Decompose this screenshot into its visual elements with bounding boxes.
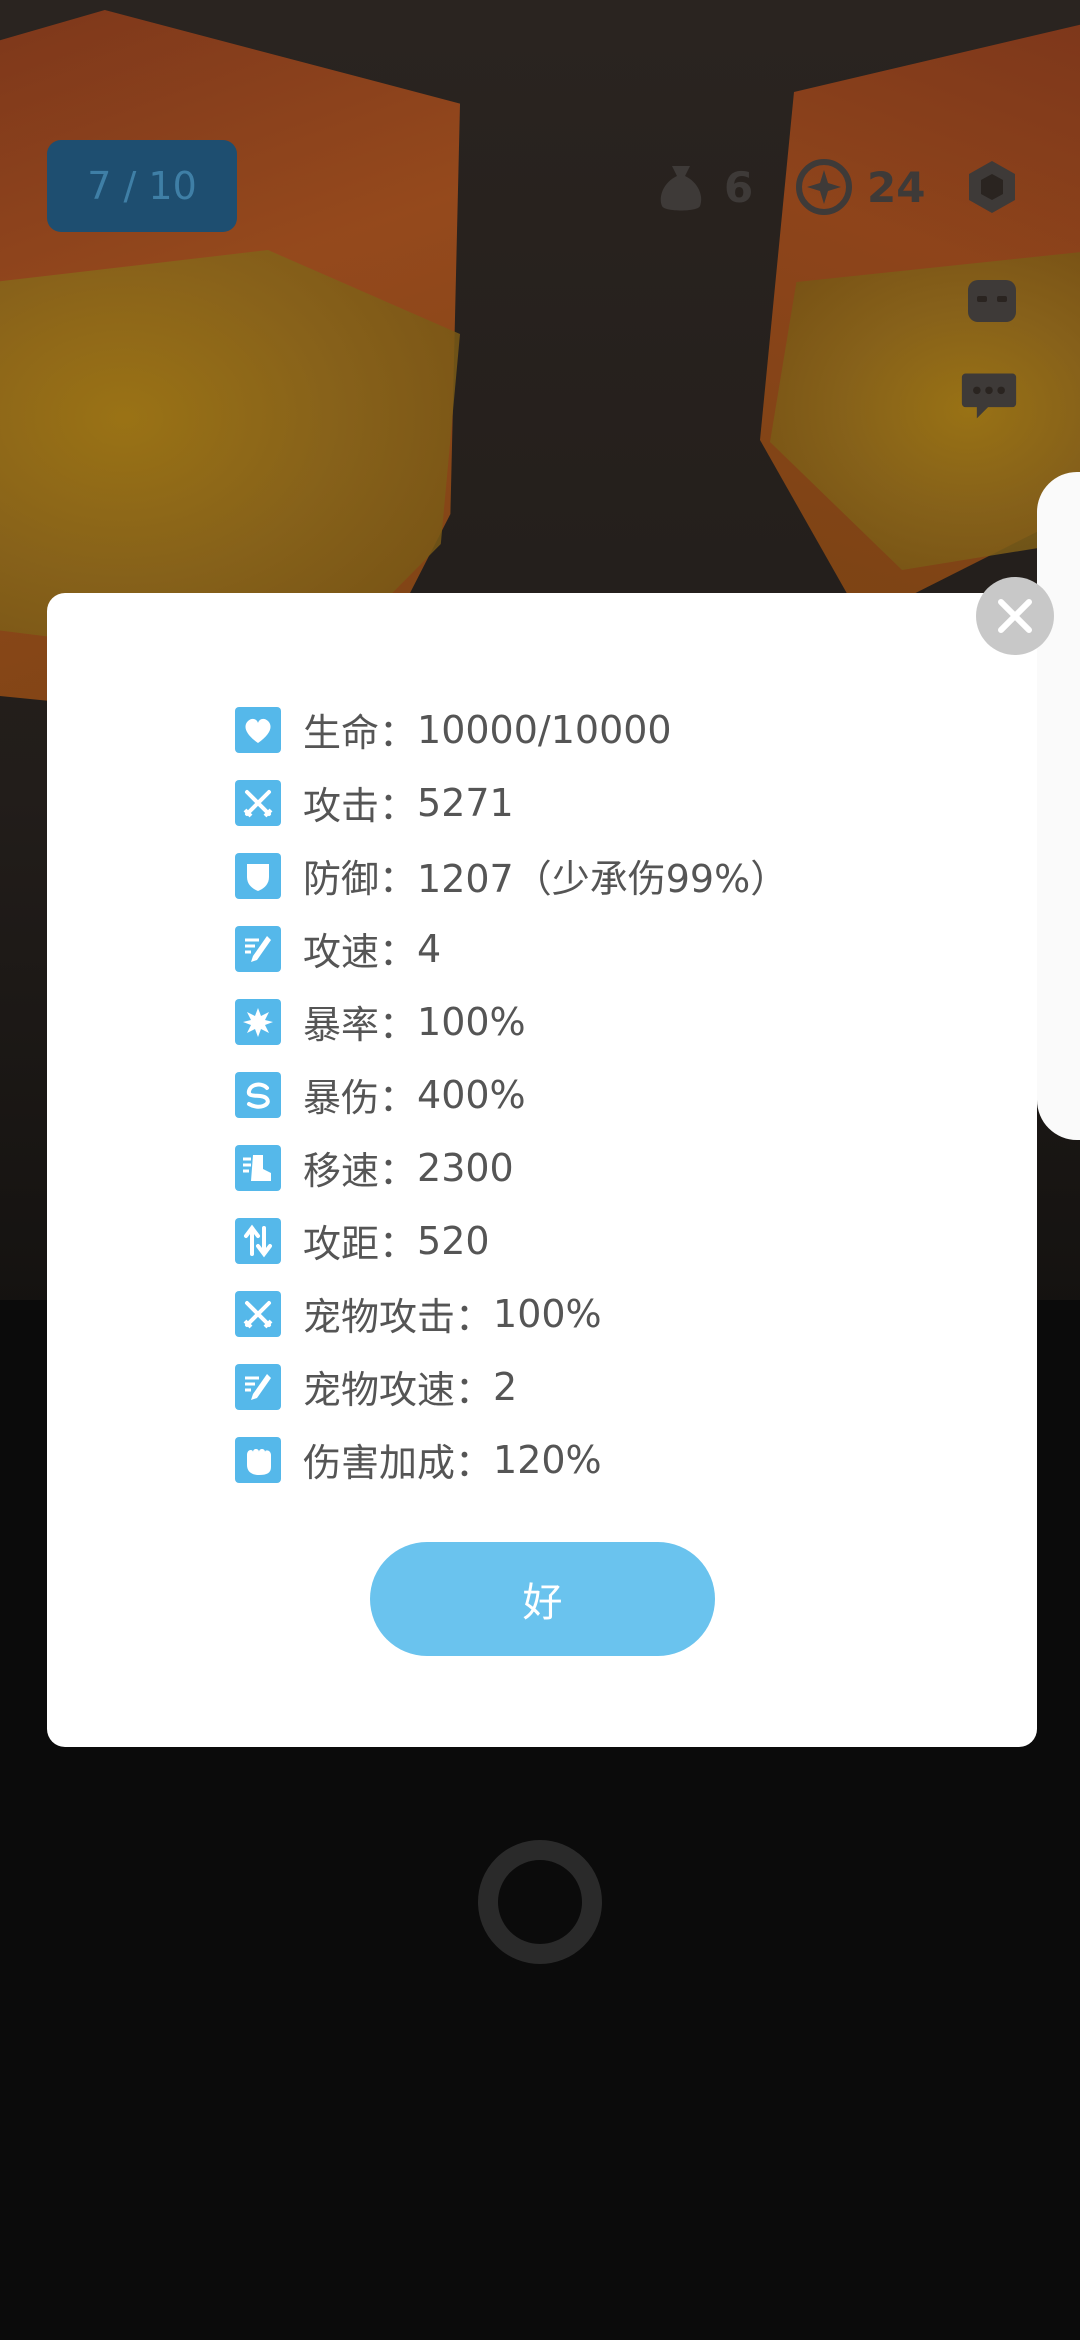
heart-icon — [235, 706, 281, 753]
stat-label: 攻速 — [303, 930, 380, 974]
ok-button[interactable]: 好 — [370, 1542, 715, 1656]
stat-separator: ： — [455, 1295, 494, 1339]
stat-separator: ： — [379, 711, 418, 755]
stat-separator: ： — [455, 1441, 494, 1485]
stat-value: 520 — [417, 1218, 490, 1263]
stat-separator: ： — [379, 1003, 418, 1047]
stat-separator: ： — [379, 1149, 418, 1193]
stat-label: 攻击 — [303, 784, 380, 828]
shield-icon — [235, 852, 281, 899]
stat-value: 4 — [417, 926, 442, 971]
stat-value: 2 — [493, 1364, 518, 1409]
stat-value: 120% — [493, 1437, 602, 1482]
stat-row: 伤害加成： 120% — [235, 1423, 788, 1496]
stat-value: 5271 — [417, 780, 514, 825]
stat-row: 宠物攻速： 2 — [235, 1350, 788, 1423]
stat-value: 100% — [493, 1291, 602, 1336]
stat-separator: ： — [379, 857, 418, 901]
boot-icon — [235, 1144, 281, 1191]
stat-row: 暴率： 100% — [235, 985, 788, 1058]
crossed-swords-icon — [235, 779, 281, 826]
stat-label: 宠物攻击 — [303, 1295, 456, 1339]
burst-icon — [235, 998, 281, 1045]
stat-row: 暴伤： 400% — [235, 1058, 788, 1131]
stat-row: 移速： 2300 — [235, 1131, 788, 1204]
stat-separator: ： — [379, 1076, 418, 1120]
stat-value: 10000/10000 — [417, 707, 672, 752]
close-icon — [998, 599, 1032, 633]
stat-label: 攻距 — [303, 1222, 380, 1266]
stat-row: 攻击： 5271 — [235, 766, 788, 839]
stat-value: 100% — [417, 999, 526, 1044]
close-button[interactable] — [976, 577, 1054, 655]
stat-row: 攻距： 520 — [235, 1204, 788, 1277]
stat-label: 伤害加成 — [303, 1441, 456, 1485]
fist-icon — [235, 1436, 281, 1483]
stat-label: 防御 — [303, 857, 380, 901]
stat-separator: ： — [379, 930, 418, 974]
quill-speed-icon — [235, 1363, 281, 1410]
stat-row: 生命： 10000/10000 — [235, 693, 788, 766]
stat-separator: ： — [379, 784, 418, 828]
stat-label: 暴伤 — [303, 1076, 380, 1120]
stat-label: 生命 — [303, 711, 380, 755]
range-arrows-icon — [235, 1217, 281, 1264]
stat-label: 宠物攻速 — [303, 1368, 456, 1412]
stat-list: 生命： 10000/10000 攻击： 5271 防御： 1207（少承伤99%） 攻速： 4… — [235, 693, 788, 1496]
stat-value: 2300 — [417, 1145, 514, 1190]
stat-separator: ： — [379, 1222, 418, 1266]
stat-value: 1207（少承伤99%） — [417, 857, 789, 901]
stat-label: 暴率 — [303, 1003, 380, 1047]
stat-label: 移速 — [303, 1149, 380, 1193]
stat-separator: ： — [455, 1368, 494, 1412]
stats-dialog: 生命： 10000/10000 攻击： 5271 防御： 1207（少承伤99%） 攻速： 4… — [47, 593, 1037, 1747]
quill-speed-icon — [235, 925, 281, 972]
swirl-icon — [235, 1071, 281, 1118]
crossed-swords-icon — [235, 1290, 281, 1337]
stat-row: 攻速： 4 — [235, 912, 788, 985]
stat-row: 防御： 1207（少承伤99%） — [235, 839, 788, 912]
stat-row: 宠物攻击： 100% — [235, 1277, 788, 1350]
stat-value: 400% — [417, 1072, 526, 1117]
